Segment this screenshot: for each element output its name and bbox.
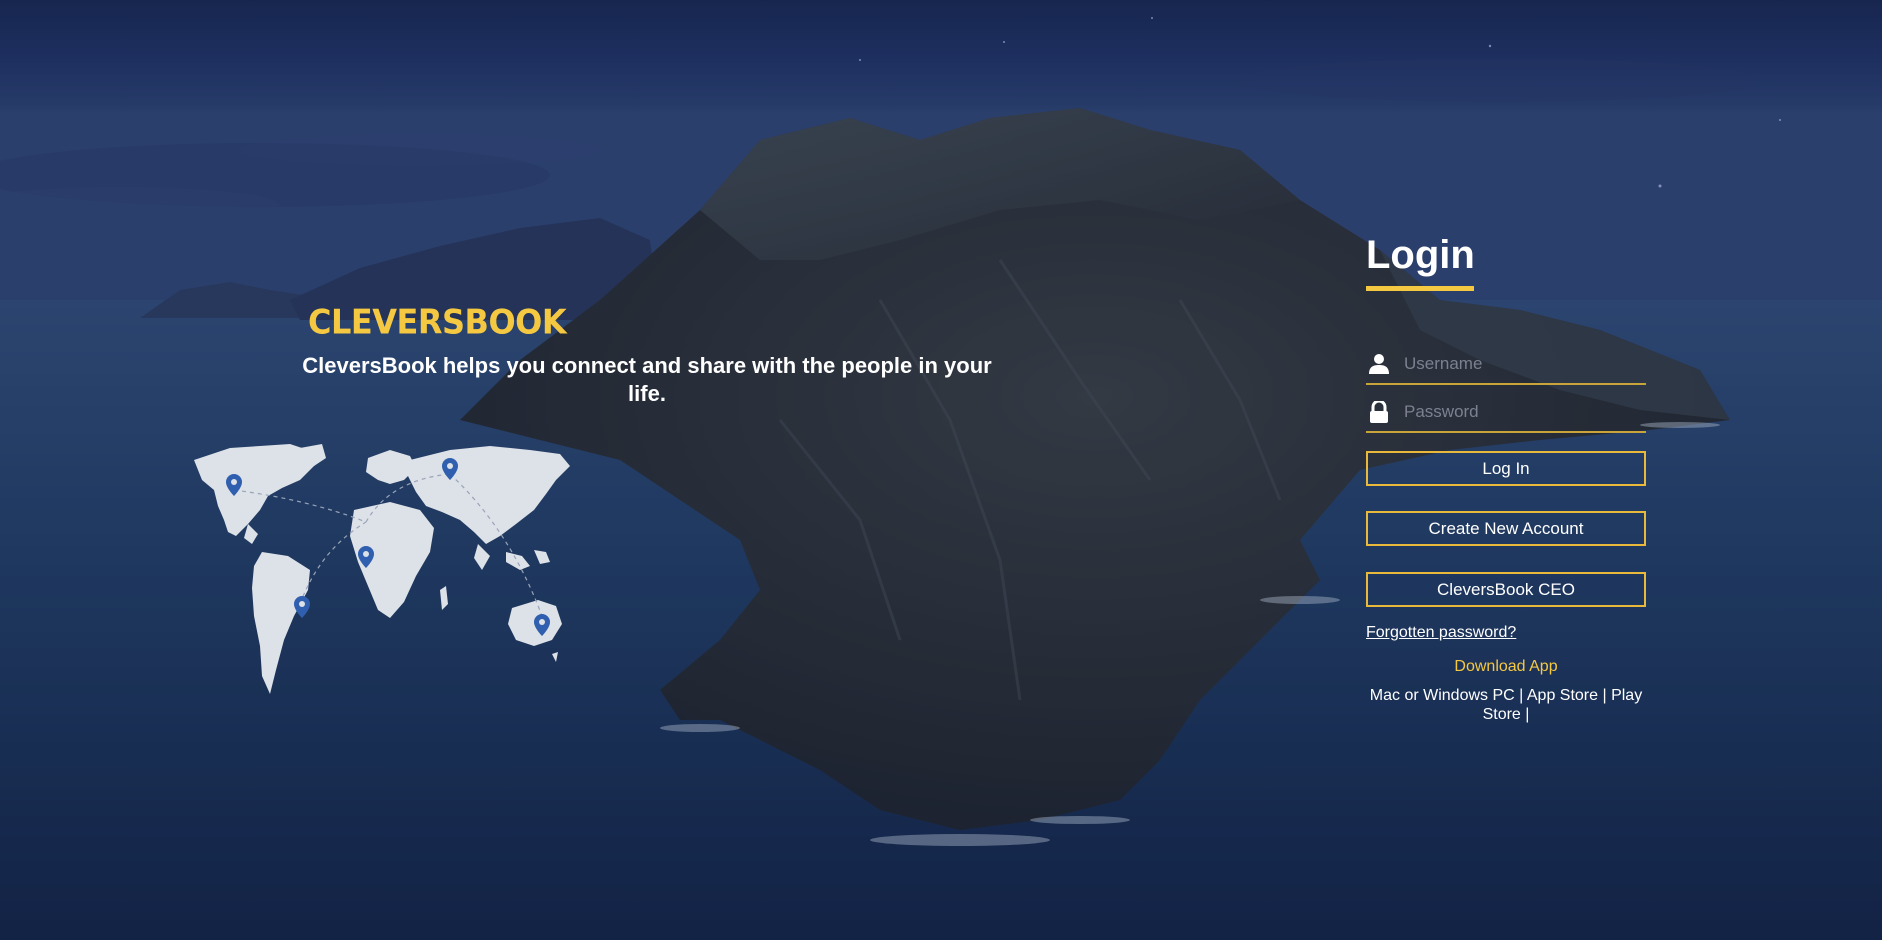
world-map-icon bbox=[194, 444, 570, 694]
create-account-button[interactable]: Create New Account bbox=[1366, 511, 1646, 546]
lock-icon bbox=[1370, 401, 1388, 423]
password-input[interactable] bbox=[1404, 402, 1624, 422]
user-icon bbox=[1369, 354, 1389, 374]
login-title-underline bbox=[1366, 286, 1474, 291]
login-panel: Login Log In Create New Account CleversB… bbox=[1366, 232, 1646, 724]
forgot-password-link[interactable]: Forgotten password? bbox=[1366, 624, 1516, 642]
brand-logo: CLEVERSBOOK bbox=[308, 302, 567, 342]
brand-tagline: CleversBook helps you connect and share … bbox=[302, 353, 992, 406]
username-field[interactable] bbox=[1366, 345, 1646, 385]
username-input[interactable] bbox=[1404, 354, 1624, 374]
login-title: Login bbox=[1366, 233, 1475, 277]
download-app-label[interactable]: Download App bbox=[1366, 658, 1646, 676]
login-button[interactable]: Log In bbox=[1366, 451, 1646, 486]
download-platforms[interactable]: Mac or Windows PC | App Store | Play Sto… bbox=[1366, 686, 1646, 724]
ceo-button[interactable]: CleversBook CEO bbox=[1366, 572, 1646, 607]
login-page: CLEVERSBOOK CleversBook helps you connec… bbox=[0, 0, 1882, 940]
password-field[interactable] bbox=[1366, 393, 1646, 433]
